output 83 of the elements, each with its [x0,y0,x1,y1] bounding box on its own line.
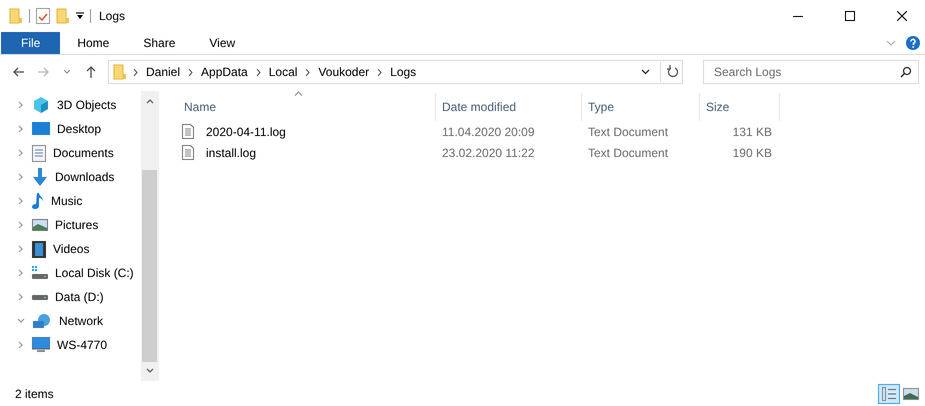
document-icon [182,145,194,160]
close-icon[interactable] [897,11,907,21]
scroll-up-icon[interactable] [146,99,154,104]
tree-item-label: Data (D:) [55,290,104,304]
ribbon-tab[interactable]: Share [126,32,192,54]
tree-item[interactable]: Pictures [0,213,141,237]
table-cell-text: 131 KB [732,124,773,138]
breadcrumb[interactable]: Logs [388,65,418,79]
tree-item[interactable]: 3D Objects [0,93,141,117]
scrollbar[interactable] [141,91,158,381]
tree-item[interactable]: WS-4770 [0,333,141,357]
search-field[interactable]: Search Logs [703,60,919,84]
tree-item-label: Pictures [55,218,98,232]
sort-caret-icon [294,91,303,96]
cube-icon [32,96,50,114]
tree-item-label: Network [59,314,104,328]
drive-icon [32,266,48,280]
chevron-icon[interactable] [377,68,382,76]
properties-icon[interactable] [36,8,50,24]
details-view-button[interactable] [878,384,900,404]
chevron-icon[interactable] [188,68,194,76]
back-arrow-icon[interactable] [13,67,25,77]
item-count: 2 items [15,386,55,400]
tree-item[interactable]: Downloads [0,165,141,189]
dropdown-icon[interactable] [76,12,84,20]
ribbon-tab[interactable]: View [192,32,252,54]
breadcrumb[interactable]: Daniel [144,65,182,79]
ribbon-tab[interactable]: File [1,32,60,54]
breadcrumb[interactable]: Voukoder [316,65,372,79]
tree-item-label: Local Disk (C:) [55,266,134,280]
table-cell-text: 190 KB [732,146,773,160]
column-header[interactable]: Date modified [436,93,582,121]
table-cell-text: 23.02.2020 11:22 [441,146,536,160]
table-cell-text: Text Document [587,124,670,138]
breadcrumb[interactable]: Local [266,65,300,79]
music-note-icon [32,192,44,210]
film-icon [32,240,46,258]
tree-item-label: Downloads [55,170,114,184]
file-name[interactable]: install.log [200,146,256,160]
tree-item[interactable]: Data (D:) [0,285,141,309]
chevron-icon[interactable] [133,68,138,76]
tree-item-label: 3D Objects [57,98,116,112]
tree-item-label: Desktop [57,122,102,136]
drive-icon [32,293,48,301]
ribbon-tab[interactable]: Home [60,32,126,54]
chevron-icon[interactable] [305,68,310,76]
chevron-down-icon[interactable] [641,69,650,75]
table-cell-text: Text Document [587,146,670,160]
maximize-icon[interactable] [845,11,855,21]
tree-item[interactable]: Documents [0,141,141,165]
network-globe-icon [32,312,52,330]
help-icon[interactable] [906,36,920,50]
desktop-icon [32,122,50,136]
tree-item-label: Documents [53,146,114,160]
tree-item[interactable]: Network [0,309,141,333]
computer-icon [32,337,50,353]
document-icon [32,144,46,162]
address-bar[interactable]: Daniel AppData Local Voukoder Logs [108,60,683,84]
document-icon [182,124,194,139]
breadcrumb[interactable]: AppData [199,65,250,79]
folder-icon [9,8,23,24]
file-name[interactable]: 2020-04-11.log [200,124,286,138]
tree-item[interactable]: Videos [0,237,141,261]
scroll-down-icon[interactable] [146,368,154,373]
folder-icon [113,64,127,80]
table-cell-text: 11.04.2020 20:09 [441,124,536,138]
up-arrow-icon[interactable] [86,66,96,78]
column-header[interactable]: Name [178,93,436,121]
folder-icon [56,8,70,24]
column-header[interactable]: Size [700,93,780,121]
tree-item-label: WS-4770 [57,338,108,352]
tree-item[interactable]: Desktop [0,117,141,141]
tree-item-label: Videos [53,242,90,256]
landscape-icon [32,219,48,231]
chevron-icon[interactable] [256,68,261,76]
tree-item-label: Music [51,194,82,208]
scrollbar-thumb[interactable] [142,170,157,362]
column-header[interactable]: Type [582,93,700,121]
tree-item[interactable]: Local Disk (C:) [0,261,141,285]
search-icon[interactable] [900,66,912,78]
down-arrow-icon [32,168,48,186]
tree-item[interactable]: Music [0,189,141,213]
window-title: Logs [99,9,126,23]
